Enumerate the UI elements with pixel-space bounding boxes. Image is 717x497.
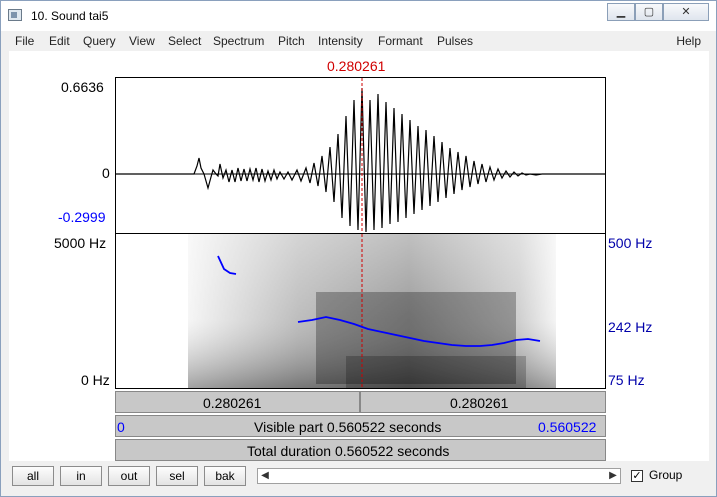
- minimize-icon: ▁: [616, 6, 626, 18]
- spectrogram-svg: [188, 234, 556, 388]
- bottom-control-bar: all in out sel bak ◀ ▶ ✓ Group: [9, 463, 709, 491]
- maximize-icon: ▢: [643, 6, 655, 18]
- window-title: 10. Sound tai5: [31, 9, 109, 23]
- zoom-out-button[interactable]: out: [108, 466, 150, 486]
- pitch-bottom-label: 75 Hz: [608, 372, 645, 388]
- spectrogram-low-energy: [346, 356, 526, 388]
- menu-file[interactable]: File: [15, 34, 34, 48]
- menu-intensity[interactable]: Intensity: [318, 34, 363, 48]
- visible-part-label: Visible part 0.560522 seconds: [254, 419, 442, 435]
- menu-view[interactable]: View: [129, 34, 155, 48]
- waveform-panel[interactable]: [115, 77, 606, 234]
- back-button[interactable]: bak: [204, 466, 246, 486]
- time-scrollbar[interactable]: ◀ ▶: [257, 468, 621, 484]
- maximize-button[interactable]: ▢: [635, 3, 663, 21]
- menu-pitch[interactable]: Pitch: [278, 34, 305, 48]
- close-button[interactable]: ✕: [663, 3, 709, 21]
- group-label: Group: [649, 468, 683, 482]
- title-bar: 10. Sound tai5 ▁ ▢ ✕: [1, 1, 716, 31]
- menu-spectrum[interactable]: Spectrum: [213, 34, 264, 48]
- spectrogram-panel[interactable]: [115, 233, 606, 389]
- praat-sound-window: 10. Sound tai5 ▁ ▢ ✕ File Edit Query Vie…: [0, 0, 717, 497]
- all-button[interactable]: all: [12, 466, 54, 486]
- menu-edit[interactable]: Edit: [49, 34, 70, 48]
- left-time-segment-label: 0.280261: [203, 395, 262, 411]
- waveform-zero-label: 0: [102, 165, 110, 181]
- right-time-segment-label: 0.280261: [450, 395, 509, 411]
- spectrogram-bottom-left-label: 0 Hz: [81, 372, 110, 388]
- minimize-button[interactable]: ▁: [607, 3, 635, 21]
- spectrogram-top-left-label: 5000 Hz: [54, 235, 107, 251]
- waveform-svg: [116, 78, 605, 233]
- menu-bar: File Edit Query View Select Spectrum Pit…: [9, 31, 709, 50]
- menu-select[interactable]: Select: [168, 34, 201, 48]
- zoom-selection-button[interactable]: sel: [156, 466, 198, 486]
- cursor-time-label: 0.280261: [327, 58, 386, 74]
- menu-query[interactable]: Query: [83, 34, 116, 48]
- visible-start-label: 0: [117, 419, 125, 435]
- scroll-right-icon[interactable]: ▶: [606, 469, 620, 483]
- close-icon: ✕: [681, 6, 691, 18]
- group-checkbox[interactable]: ✓: [631, 470, 643, 482]
- pitch-top-label: 500 Hz: [608, 235, 653, 251]
- waveform-ymax-label: 0.6636: [61, 79, 104, 95]
- visible-end-label: 0.560522: [538, 419, 597, 435]
- total-duration-label: Total duration 0.560522 seconds: [247, 443, 450, 459]
- pitch-mid-label: 242 Hz: [608, 319, 653, 335]
- zoom-in-button[interactable]: in: [60, 466, 102, 486]
- menu-pulses[interactable]: Pulses: [437, 34, 473, 48]
- scroll-left-icon[interactable]: ◀: [258, 469, 272, 483]
- app-icon: [8, 9, 22, 21]
- waveform-trace: [116, 87, 605, 233]
- sound-editor-content: 0.280261 0.6636 0 -0.2999 5000 Hz 0 Hz 5…: [9, 51, 709, 461]
- waveform-ymin-label: -0.2999: [58, 209, 106, 225]
- menu-help[interactable]: Help: [676, 34, 701, 48]
- menu-formant[interactable]: Formant: [378, 34, 423, 48]
